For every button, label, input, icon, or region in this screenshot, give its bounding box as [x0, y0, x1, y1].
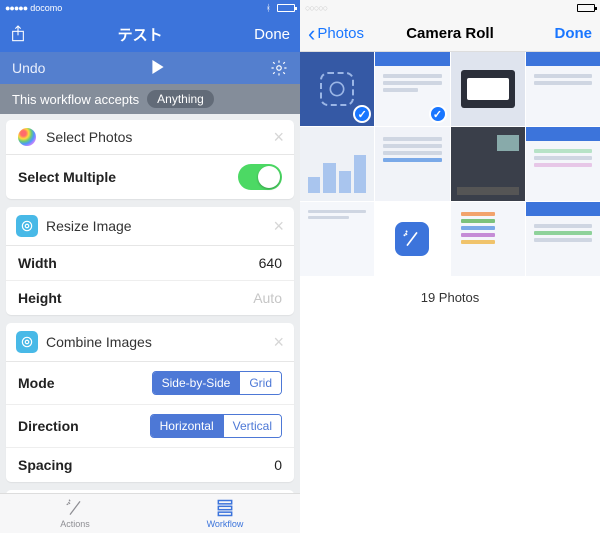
accepts-label: This workflow accepts	[12, 92, 139, 107]
mode-segmented[interactable]: Side-by-Side Grid	[152, 371, 282, 395]
back-button[interactable]: ‹ Photos	[308, 23, 364, 45]
select-multiple-label: Select Multiple	[18, 169, 116, 185]
height-label: Height	[18, 290, 62, 306]
photo-thumb[interactable]	[300, 52, 374, 126]
chevron-left-icon: ‹	[308, 23, 315, 45]
mode-label: Mode	[18, 375, 55, 391]
photos-icon	[18, 128, 36, 146]
action-combine-images[interactable]: Combine Images × Mode Side-by-Side Grid …	[6, 323, 294, 482]
close-icon[interactable]: ×	[273, 128, 284, 146]
photo-thumb[interactable]	[526, 202, 600, 276]
tab-bar: Actions Workflow	[0, 493, 300, 533]
picker-nav-bar: ‹ Photos Camera Roll Done	[300, 16, 600, 52]
photo-thumb[interactable]	[451, 127, 525, 201]
photo-thumb[interactable]	[526, 52, 600, 126]
back-label: Photos	[317, 25, 364, 42]
spacing-value[interactable]: 0	[274, 457, 282, 473]
close-icon[interactable]: ×	[273, 333, 284, 351]
share-icon[interactable]	[10, 24, 26, 44]
selected-check-icon	[429, 105, 447, 123]
nav-bar: テスト Done	[0, 16, 300, 52]
bluetooth-icon: ᚼ	[266, 3, 271, 13]
page-title: テスト	[118, 24, 163, 45]
photo-count: 19 Photos	[300, 276, 600, 319]
action-title: Select Photos	[46, 129, 132, 145]
height-value[interactable]: Auto	[253, 290, 282, 306]
tab-workflow[interactable]: Workflow	[150, 494, 300, 533]
status-bar: ●●●●● docomo ᚼ	[0, 0, 300, 16]
status-bar: ○○○○○	[300, 0, 600, 16]
direction-segmented[interactable]: Horizontal Vertical	[150, 414, 282, 438]
mode-side[interactable]: Side-by-Side	[153, 372, 240, 394]
photo-grid[interactable]	[300, 52, 600, 276]
photo-thumb[interactable]	[451, 52, 525, 126]
spacing-label: Spacing	[18, 457, 72, 473]
battery-icon	[577, 4, 595, 12]
done-button[interactable]: Done	[254, 26, 290, 43]
selected-check-icon	[353, 105, 371, 123]
done-button[interactable]: Done	[555, 25, 593, 42]
undo-button[interactable]: Undo	[12, 60, 45, 76]
gear-icon[interactable]	[270, 59, 288, 77]
signal-dots-icon: ●●●●●	[5, 3, 27, 13]
accepts-bar: This workflow accepts Anything	[0, 84, 300, 114]
resize-icon	[16, 215, 38, 237]
action-title: Resize Image	[46, 218, 132, 234]
width-value[interactable]: 640	[259, 255, 282, 271]
direction-horizontal[interactable]: Horizontal	[151, 415, 223, 437]
accepts-type[interactable]: Anything	[147, 90, 214, 108]
photo-thumb[interactable]	[375, 202, 449, 276]
play-icon[interactable]	[151, 60, 165, 77]
photo-picker-pane: ○○○○○ ‹ Photos Camera Roll Done	[300, 0, 600, 533]
mode-grid[interactable]: Grid	[239, 372, 281, 394]
photo-thumb[interactable]	[300, 127, 374, 201]
battery-icon	[277, 4, 295, 12]
action-quick-look[interactable]: Quick Look ×	[6, 490, 294, 493]
workflow-editor-pane: ●●●●● docomo ᚼ テスト Done Undo This workfl…	[0, 0, 300, 533]
combine-icon	[16, 331, 38, 353]
photo-grid-wrap: 19 Photos	[300, 52, 600, 533]
run-bar: Undo	[0, 52, 300, 84]
width-label: Width	[18, 255, 57, 271]
action-select-photos[interactable]: Select Photos × Select Multiple	[6, 120, 294, 199]
close-icon[interactable]: ×	[273, 217, 284, 235]
direction-label: Direction	[18, 418, 79, 434]
tab-label: Workflow	[207, 519, 244, 529]
direction-vertical[interactable]: Vertical	[223, 415, 281, 437]
photo-thumb[interactable]	[300, 202, 374, 276]
photo-thumb[interactable]	[451, 202, 525, 276]
action-resize-image[interactable]: Resize Image × Width 640 Height Auto	[6, 207, 294, 315]
tab-actions[interactable]: Actions	[0, 494, 150, 533]
tab-label: Actions	[60, 519, 90, 529]
photo-thumb[interactable]	[526, 127, 600, 201]
wand-icon	[395, 222, 429, 256]
select-multiple-toggle[interactable]	[238, 164, 282, 190]
workflow-list[interactable]: Select Photos × Select Multiple Resize I…	[0, 114, 300, 493]
carrier-label: docomo	[30, 3, 62, 13]
signal-dots-icon: ○○○○○	[305, 3, 327, 13]
photo-thumb[interactable]	[375, 52, 449, 126]
action-title: Combine Images	[46, 334, 152, 350]
photo-thumb[interactable]	[375, 127, 449, 201]
picker-title: Camera Roll	[406, 25, 494, 42]
